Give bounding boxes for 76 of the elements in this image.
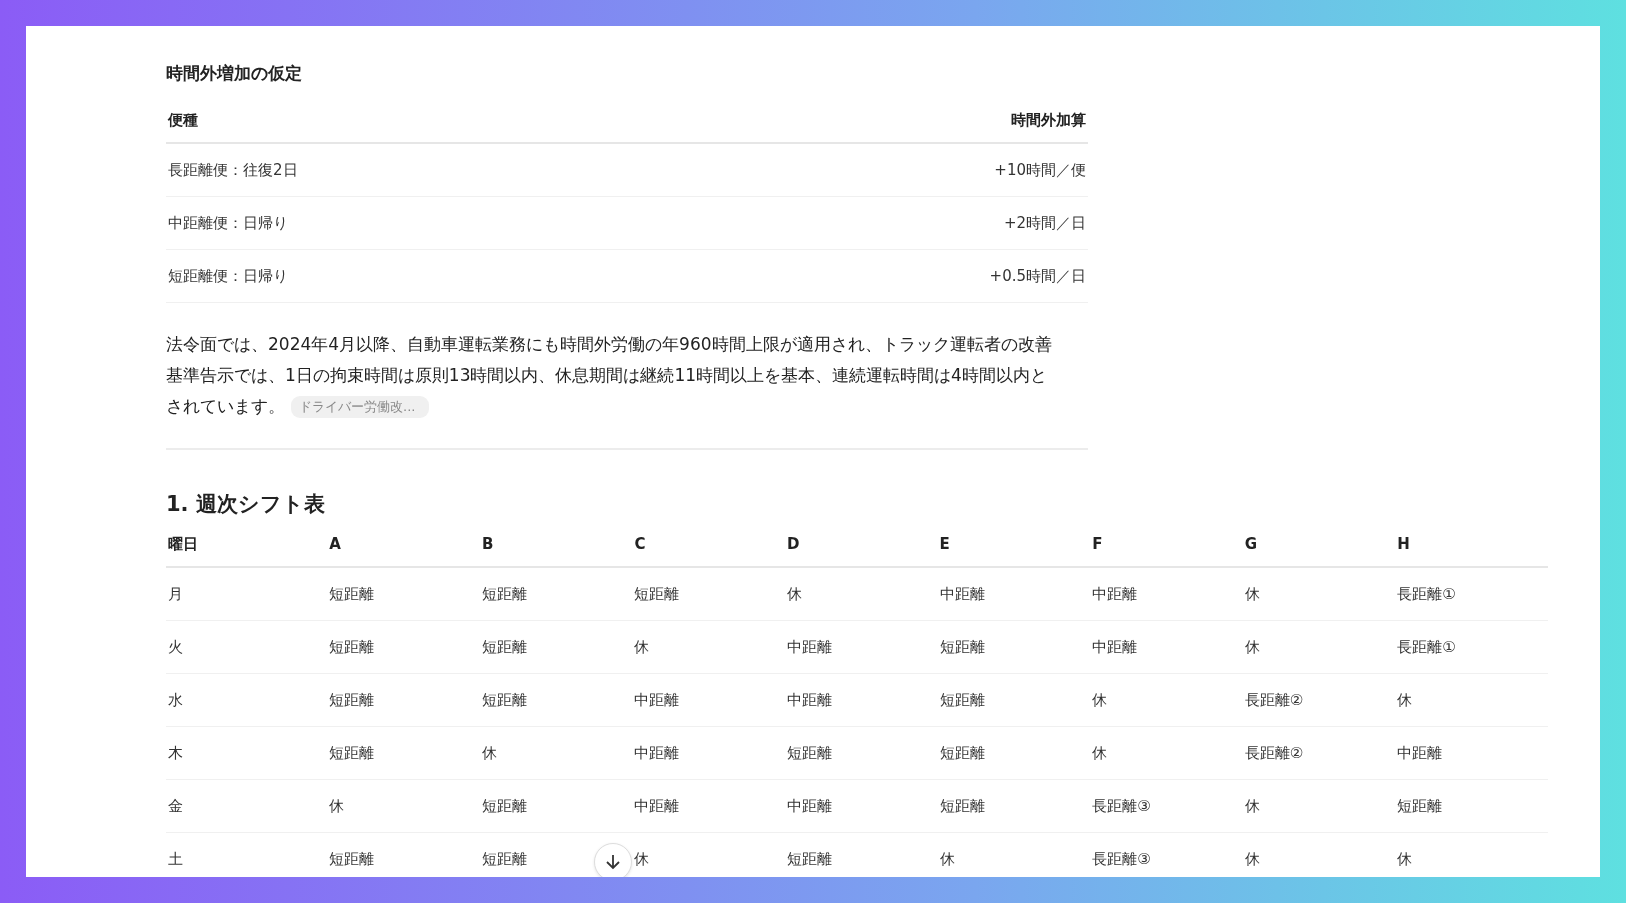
table-cell: 中距離 [632,726,786,780]
table-cell: 短距離 [937,726,1091,780]
table-cell: 中距離 [632,673,786,727]
table-cell: 休 [632,832,786,877]
table-cell: 短距離 [937,673,1091,727]
table-cell: 短距離 [327,832,480,877]
column-header: A [327,522,480,567]
table-cell: 中距離 [1395,726,1548,780]
table-cell: 中距離 [785,673,938,727]
table-cell: 短距離 [785,832,938,877]
table-cell: 中距離 [937,567,1091,621]
table-cell: 休 [632,620,786,674]
table-cell: 長距離② [1242,673,1396,727]
table-cell: 中距離 [785,620,938,674]
table-cell: 短距離 [937,779,1091,833]
table-cell: 休 [1242,779,1396,833]
table-cell: 短距離 [479,779,633,833]
table-cell: 短距離便：日帰り [166,249,693,303]
table-cell: 短距離 [327,567,480,621]
table-cell: 長距離① [1395,567,1548,621]
table-cell: 長距離② [1242,726,1396,780]
table-cell: 休 [1242,567,1396,621]
table-cell: 休 [327,779,480,833]
table-cell: 長距離③ [1090,832,1243,877]
column-header: 時間外加算 [692,98,1088,143]
table-cell: 休 [479,726,633,780]
table-cell: 土 [166,832,328,877]
table-cell: 水 [166,673,328,727]
citation-chip[interactable]: ドライバー労働改... [291,396,430,418]
table-cell: 短距離 [327,673,480,727]
table-cell: 中距離便：日帰り [166,196,693,250]
table-cell: 休 [1090,726,1243,780]
table-cell: 休 [1090,673,1243,727]
column-header: F [1090,522,1243,567]
table-cell: 休 [1242,832,1396,877]
table-cell: 中距離 [1090,567,1243,621]
column-header: G [1242,522,1396,567]
table-cell: 長距離③ [1090,779,1243,833]
body-paragraph: 法令面では、2024年4月以降、自動車運転業務にも時間外労働の年960時間上限が適用され、トラック運転者の改善基準告示では、1日の拘束時間は原則13時間以内、休息期間は継続11時間以上を基本、連続運転時間は4時間以内とされています。 ドライバー労働改... [166,333,1053,420]
table-cell: 短距離 [937,620,1091,674]
table-cell: 短距離 [1395,779,1548,833]
table-cell: 休 [1395,673,1548,727]
column-header: 曜日 [166,522,328,567]
scroll-down-button[interactable] [594,843,632,877]
table-cell: 短距離 [479,567,633,621]
table-cell: +2時間／日 [692,196,1088,250]
table-cell: 短距離 [632,567,786,621]
table-cell: 中距離 [785,779,938,833]
table-cell: 長距離① [1395,620,1548,674]
column-header: D [785,522,938,567]
table-cell: 休 [785,567,938,621]
table-cell: 休 [1242,620,1396,674]
table-cell: +0.5時間／日 [692,249,1088,303]
column-header: 便種 [166,98,693,143]
table-cell: 休 [1395,832,1548,877]
table-cell: 金 [166,779,328,833]
column-header: H [1395,522,1548,567]
table-cell: 短距離 [479,620,633,674]
table-cell: 休 [937,832,1091,877]
table-cell: 火 [166,620,328,674]
table-cell: 長距離便：往復2日 [166,143,693,197]
arrow-down-icon [604,853,622,871]
column-header: E [937,522,1091,567]
table-cell: +10時間／便 [692,143,1088,197]
table-cell: 短距離 [327,620,480,674]
column-header: C [632,522,786,567]
table-cell: 木 [166,726,328,780]
table-cell: 月 [166,567,328,621]
section-heading: 1. 週次シフト表 [166,491,326,518]
table-cell: 中距離 [632,779,786,833]
table-cell: 短距離 [327,726,480,780]
section-heading: 時間外増加の仮定 [166,62,303,85]
table-cell: 短距離 [785,726,938,780]
table-cell: 中距離 [1090,620,1243,674]
table-cell: 短距離 [479,673,633,727]
column-header: B [479,522,633,567]
